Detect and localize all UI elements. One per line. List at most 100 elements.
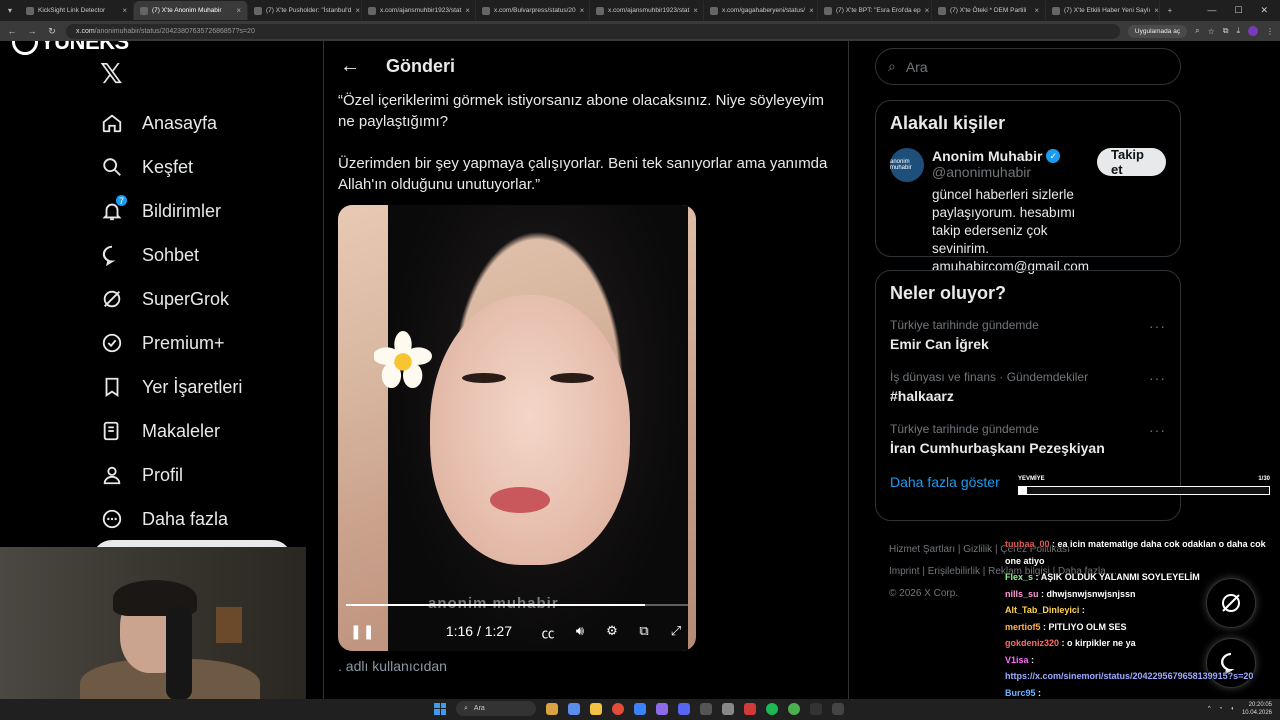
- taskbar-app-icon[interactable]: [832, 702, 844, 715]
- chat-username[interactable]: mertiof5: [1005, 622, 1041, 632]
- picture-in-picture-icon[interactable]: ⧉: [636, 623, 652, 639]
- profile-avatar[interactable]: [1248, 26, 1258, 36]
- nav-item-premium-[interactable]: Premium+: [100, 321, 242, 365]
- footer-link[interactable]: Hizmet Şartları: [889, 544, 955, 555]
- browser-tab[interactable]: x.com/ajansmuhbir1923/stat ×: [590, 1, 704, 20]
- related-user[interactable]: anonim muhabir Anonim Muhabir ✓ @anonimu…: [890, 147, 1166, 276]
- obs-icon[interactable]: [810, 702, 822, 715]
- close-window-icon[interactable]: ✕: [1260, 5, 1268, 16]
- trend-item[interactable]: Türkiye tarihinde gündemde İran Cumhurbaş…: [890, 422, 1166, 456]
- chat-username[interactable]: V1isa: [1005, 655, 1029, 665]
- browser-tab[interactable]: x.com/ajansmuhbir1923/stat ×: [362, 1, 476, 20]
- search-input[interactable]: ⌕ Ara: [875, 48, 1181, 85]
- maximize-icon[interactable]: ☐: [1234, 5, 1242, 16]
- chat-username[interactable]: nills_su: [1005, 589, 1039, 599]
- tab-close-icon[interactable]: ×: [1154, 6, 1159, 15]
- more-options-icon[interactable]: ···: [1149, 422, 1166, 438]
- forward-nav-icon[interactable]: →: [26, 26, 38, 36]
- pause-icon[interactable]: ❚❚: [350, 623, 375, 640]
- discord-icon[interactable]: [678, 702, 690, 715]
- nav-item-sohbet[interactable]: Sohbet: [100, 233, 242, 277]
- tab-close-icon[interactable]: ×: [236, 6, 241, 15]
- start-button-icon[interactable]: [434, 702, 446, 715]
- chat-username[interactable]: tuubaa_00: [1005, 539, 1050, 549]
- nav-item-ke-fet[interactable]: Keşfet: [100, 145, 242, 189]
- tab-close-icon[interactable]: ×: [355, 6, 360, 15]
- tab-close-icon[interactable]: ×: [122, 6, 127, 15]
- tab-close-icon[interactable]: ×: [925, 6, 930, 15]
- browser-tab[interactable]: (7) X'te Etkili Haber Yeni Saylı ×: [1046, 1, 1160, 20]
- minimize-icon[interactable]: —: [1207, 5, 1216, 16]
- back-nav-icon[interactable]: ←: [6, 26, 18, 36]
- chat-username[interactable]: Flex_s: [1005, 572, 1033, 582]
- zoom-icon[interactable]: ⌕: [1195, 26, 1199, 36]
- trend-item[interactable]: Türkiye tarihinde gündemde Emir Can İğrek…: [890, 318, 1166, 352]
- tab-close-icon[interactable]: ×: [809, 6, 814, 15]
- nav-item-makaleler[interactable]: Makaleler: [100, 409, 242, 453]
- nav-item-yer-i-aretleri[interactable]: Yer İşaretleri: [100, 365, 242, 409]
- browser-tab[interactable]: x.com/Bulvarpress/status/20 ×: [476, 1, 590, 20]
- more-options-icon[interactable]: ···: [1149, 370, 1166, 386]
- browser-tab[interactable]: (7) X'te BPT: "Esra Erol'da ep ×: [818, 1, 932, 20]
- nav-item-supergrok[interactable]: SuperGrok: [100, 277, 242, 321]
- taskbar-app-icon[interactable]: [788, 702, 800, 715]
- tab-menu-icon[interactable]: ▾: [0, 6, 20, 15]
- trend-item[interactable]: İş dünyası ve finans · Gündemdekiler #hal…: [890, 370, 1166, 404]
- star-icon[interactable]: ☆: [1208, 27, 1215, 36]
- chat-link[interactable]: https://x.com/sinemori/status/2042295679…: [1005, 671, 1253, 681]
- taskbar-app-icon[interactable]: [700, 702, 712, 715]
- video-progress-bar[interactable]: [346, 604, 688, 606]
- volume-icon[interactable]: 🔊︎: [572, 623, 588, 639]
- taskbar-app-icon[interactable]: [568, 702, 580, 715]
- open-in-app-button[interactable]: Uygulamada aç: [1127, 24, 1188, 38]
- taskbar-app-icon[interactable]: [546, 702, 558, 715]
- back-arrow-icon[interactable]: ←: [340, 55, 360, 78]
- chat-username[interactable]: gokdeniz320: [1005, 638, 1059, 648]
- browser-tab[interactable]: (7) X'te Pusholder: "İstanbul'd ×: [248, 1, 362, 20]
- fullscreen-icon[interactable]: ⤢: [668, 623, 684, 639]
- footer-link[interactable]: Gizlilik: [963, 544, 992, 555]
- chrome-icon[interactable]: [612, 702, 624, 715]
- nav-item-bildirimler[interactable]: 7 Bildirimler: [100, 189, 242, 233]
- taskbar-app-icon[interactable]: [744, 702, 756, 715]
- speaker-icon[interactable]: ◖: [1230, 706, 1234, 712]
- footer-link[interactable]: Erişilebilirlik: [928, 566, 980, 577]
- taskbar-app-icon[interactable]: [722, 702, 734, 715]
- follow-button[interactable]: Takip et: [1097, 147, 1166, 177]
- related-user-name[interactable]: Anonim Muhabir: [932, 148, 1042, 164]
- browser-tab[interactable]: x.com/gagahaberyeni/status/×: [704, 1, 818, 20]
- chat-username[interactable]: Burc95: [1005, 688, 1036, 698]
- taskbar-app-icon[interactable]: [656, 702, 668, 715]
- taskbar-search[interactable]: ⌕ Ara: [456, 701, 536, 716]
- avatar[interactable]: anonim muhabir: [890, 148, 924, 182]
- settings-gear-icon[interactable]: ⚙: [604, 623, 620, 639]
- tab-close-icon[interactable]: ×: [693, 6, 698, 15]
- browser-tab[interactable]: (7) X'te Anonim Muhabir ×: [134, 1, 248, 20]
- nav-item-anasayfa[interactable]: Anasayfa: [100, 101, 242, 145]
- tab-close-icon[interactable]: ×: [465, 6, 470, 15]
- captions-icon[interactable]: ㏄: [540, 623, 556, 641]
- menu-icon[interactable]: ⋮: [1266, 27, 1274, 36]
- browser-tab[interactable]: (7) X'te Öteki * DEM Partili ×: [932, 1, 1046, 20]
- more-options-icon[interactable]: ···: [1149, 318, 1166, 334]
- reload-icon[interactable]: ↻: [46, 26, 58, 37]
- url-input[interactable]: x.com/anonimuhabir/status/20423807635726…: [66, 23, 1120, 39]
- folder-icon[interactable]: [590, 702, 602, 715]
- tab-close-icon[interactable]: ×: [1034, 6, 1039, 15]
- taskbar-app-icon[interactable]: [634, 702, 646, 715]
- nav-item-profil[interactable]: Profil: [100, 453, 242, 497]
- nav-item-daha-fazla[interactable]: Daha fazla: [100, 497, 242, 541]
- video-player[interactable]: anonim muhabir ❚❚ 1:16 / 1:27 ㏄ 🔊︎ ⚙ ⧉ ⤢: [338, 205, 696, 651]
- spotify-icon[interactable]: [766, 702, 778, 715]
- clock[interactable]: 20:20:05 10.04.2026: [1242, 701, 1272, 717]
- tray-chevron-icon[interactable]: ^: [1208, 706, 1211, 712]
- chat-username[interactable]: Alt_Tab_Dinleyici: [1005, 605, 1079, 615]
- downloads-icon[interactable]: ⤓: [1236, 26, 1240, 36]
- wifi-icon[interactable]: ◔: [1219, 706, 1223, 712]
- browser-tab[interactable]: KickSight Link Detector ×: [20, 1, 134, 20]
- footer-link[interactable]: Imprint: [889, 566, 920, 577]
- x-logo-icon[interactable]: 𝕏: [100, 57, 123, 90]
- tab-close-icon[interactable]: ×: [580, 6, 585, 15]
- new-tab-button[interactable]: +: [1160, 6, 1180, 15]
- extensions-icon[interactable]: ⧉: [1223, 26, 1229, 36]
